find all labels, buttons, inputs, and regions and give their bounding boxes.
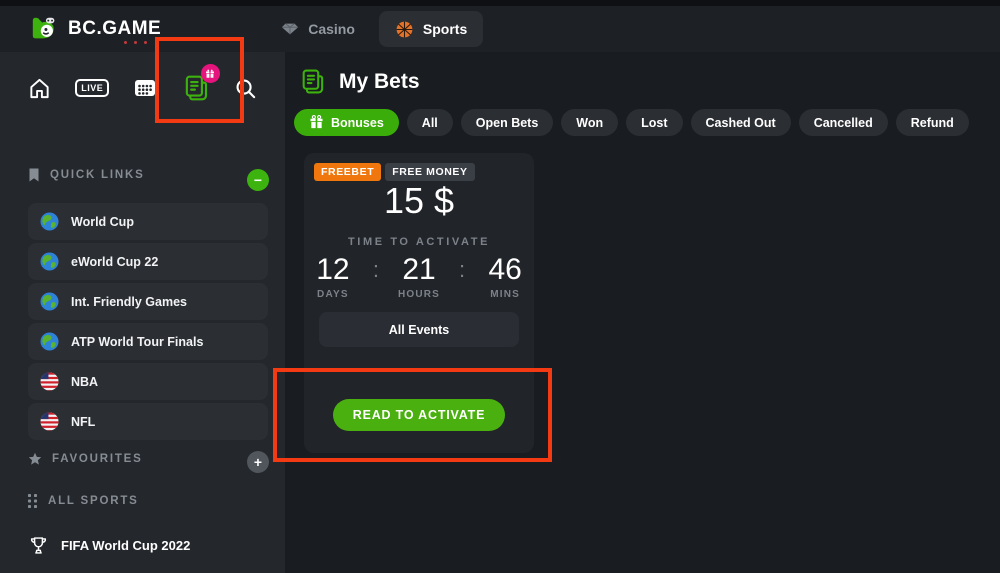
- live-icon: LIVE: [75, 79, 109, 97]
- sidebar-item-int-friendly-games[interactable]: Int. Friendly Games: [28, 283, 268, 320]
- gift-icon: [309, 115, 324, 130]
- sports-label: Sports: [423, 21, 467, 37]
- bonus-notification-badge: [201, 64, 220, 83]
- countdown-separator: :: [373, 253, 379, 286]
- favourites-title: FAVOURITES: [52, 453, 143, 465]
- search-button[interactable]: [234, 77, 257, 100]
- live-events-button[interactable]: LIVE: [75, 79, 109, 97]
- timer-title: TIME TO ACTIVATE: [304, 236, 534, 248]
- globe-icon: [39, 291, 60, 312]
- freebet-badge: FREEBET: [314, 163, 381, 181]
- countdown-mins: 46 MINS: [479, 253, 531, 300]
- trophy-icon: [28, 535, 49, 556]
- diamond-icon: [281, 22, 299, 36]
- quick-links-header: QUICK LINKS: [28, 168, 145, 182]
- bonus-badges: FREEBET FREE MONEY: [314, 163, 475, 181]
- globe-icon: [39, 331, 60, 352]
- results-button[interactable]: [133, 77, 157, 99]
- filter-chip-cancelled[interactable]: Cancelled: [799, 109, 888, 136]
- my-bets-icon: [299, 68, 326, 95]
- countdown-timer: 12 DAYS : 21 HOURS : 46 MINS: [304, 253, 534, 300]
- all-events-button[interactable]: All Events: [319, 312, 519, 347]
- all-sports-header[interactable]: ALL SPORTS: [28, 494, 139, 508]
- add-favourite-button[interactable]: +: [247, 451, 269, 473]
- bcgame-mascot-icon: [30, 14, 60, 44]
- sidebar-item-eworld-cup-22[interactable]: eWorld Cup 22: [28, 243, 268, 280]
- logo-dots: [124, 41, 147, 44]
- quick-links-title: QUICK LINKS: [50, 169, 145, 181]
- globe-icon: [39, 251, 60, 272]
- page-title: My Bets: [339, 70, 420, 94]
- countdown-hours: 21 HOURS: [393, 253, 445, 300]
- filter-chip-row: Bonuses All Open Bets Won Lost Cashed Ou…: [294, 109, 969, 136]
- filter-chip-all[interactable]: All: [407, 109, 453, 136]
- quick-links-collapse-button[interactable]: −: [247, 169, 269, 191]
- minus-icon: −: [254, 173, 262, 187]
- freebet-bonus-card: FREEBET FREE MONEY 15 $ TIME TO ACTIVATE…: [304, 153, 534, 453]
- sidebar-item-nfl[interactable]: NFL: [28, 403, 268, 440]
- nav-tab-sports[interactable]: Sports: [379, 11, 483, 47]
- favourites-header[interactable]: FAVOURITES: [28, 452, 143, 466]
- countdown-days: 12 DAYS: [307, 253, 359, 300]
- my-bets-button[interactable]: [182, 74, 210, 102]
- home-icon: [28, 77, 51, 100]
- sidebar-item-world-cup[interactable]: World Cup: [28, 203, 268, 240]
- bookmark-icon: [28, 168, 40, 182]
- sidebar-item-fifa-world-cup-2022[interactable]: FIFA World Cup 2022: [28, 535, 190, 556]
- sidebar-icon-row: LIVE: [0, 70, 285, 106]
- casino-label: Casino: [308, 21, 355, 37]
- sidebar: LIVE: [0, 52, 285, 573]
- filter-chip-refund[interactable]: Refund: [896, 109, 969, 136]
- read-to-activate-button[interactable]: READ TO ACTIVATE: [333, 399, 505, 431]
- star-icon: [28, 452, 42, 466]
- bcgame-logo[interactable]: BC.GAME: [30, 14, 161, 44]
- free-money-badge: FREE MONEY: [385, 163, 474, 181]
- all-sports-title: ALL SPORTS: [48, 495, 139, 507]
- bonus-amount: 15 $: [304, 180, 534, 222]
- plus-icon: +: [254, 455, 262, 469]
- brand-name: BC.GAME: [68, 18, 161, 39]
- filter-chip-open-bets[interactable]: Open Bets: [461, 109, 554, 136]
- basketball-icon: [395, 20, 414, 39]
- filter-chip-bonuses[interactable]: Bonuses: [294, 109, 399, 136]
- us-flag-icon: [39, 411, 60, 432]
- search-icon: [234, 77, 257, 100]
- home-button[interactable]: [28, 77, 51, 100]
- page: BC.GAME Casino Sports: [0, 0, 1000, 573]
- page-header: My Bets: [299, 68, 420, 95]
- filter-chip-lost[interactable]: Lost: [626, 109, 682, 136]
- grid-dots-icon: [28, 494, 38, 508]
- us-flag-icon: [39, 371, 60, 392]
- gift-icon: [205, 69, 215, 79]
- countdown-separator: :: [459, 253, 465, 286]
- quick-links-list: World Cup eWorld Cup 22 Int. Friendly Ga…: [28, 203, 268, 443]
- sidebar-item-atp-world-tour-finals[interactable]: ATP World Tour Finals: [28, 323, 268, 360]
- nav-tab-casino[interactable]: Casino: [281, 21, 355, 37]
- calendar-grid-icon: [133, 77, 157, 99]
- filter-chip-won[interactable]: Won: [561, 109, 618, 136]
- filter-chip-cashed-out[interactable]: Cashed Out: [691, 109, 791, 136]
- globe-icon: [39, 211, 60, 232]
- top-navigation-bar: BC.GAME Casino Sports: [0, 6, 1000, 52]
- main-content: My Bets Bonuses All Open Bets Won Lost C…: [285, 52, 1000, 573]
- sidebar-item-nba[interactable]: NBA: [28, 363, 268, 400]
